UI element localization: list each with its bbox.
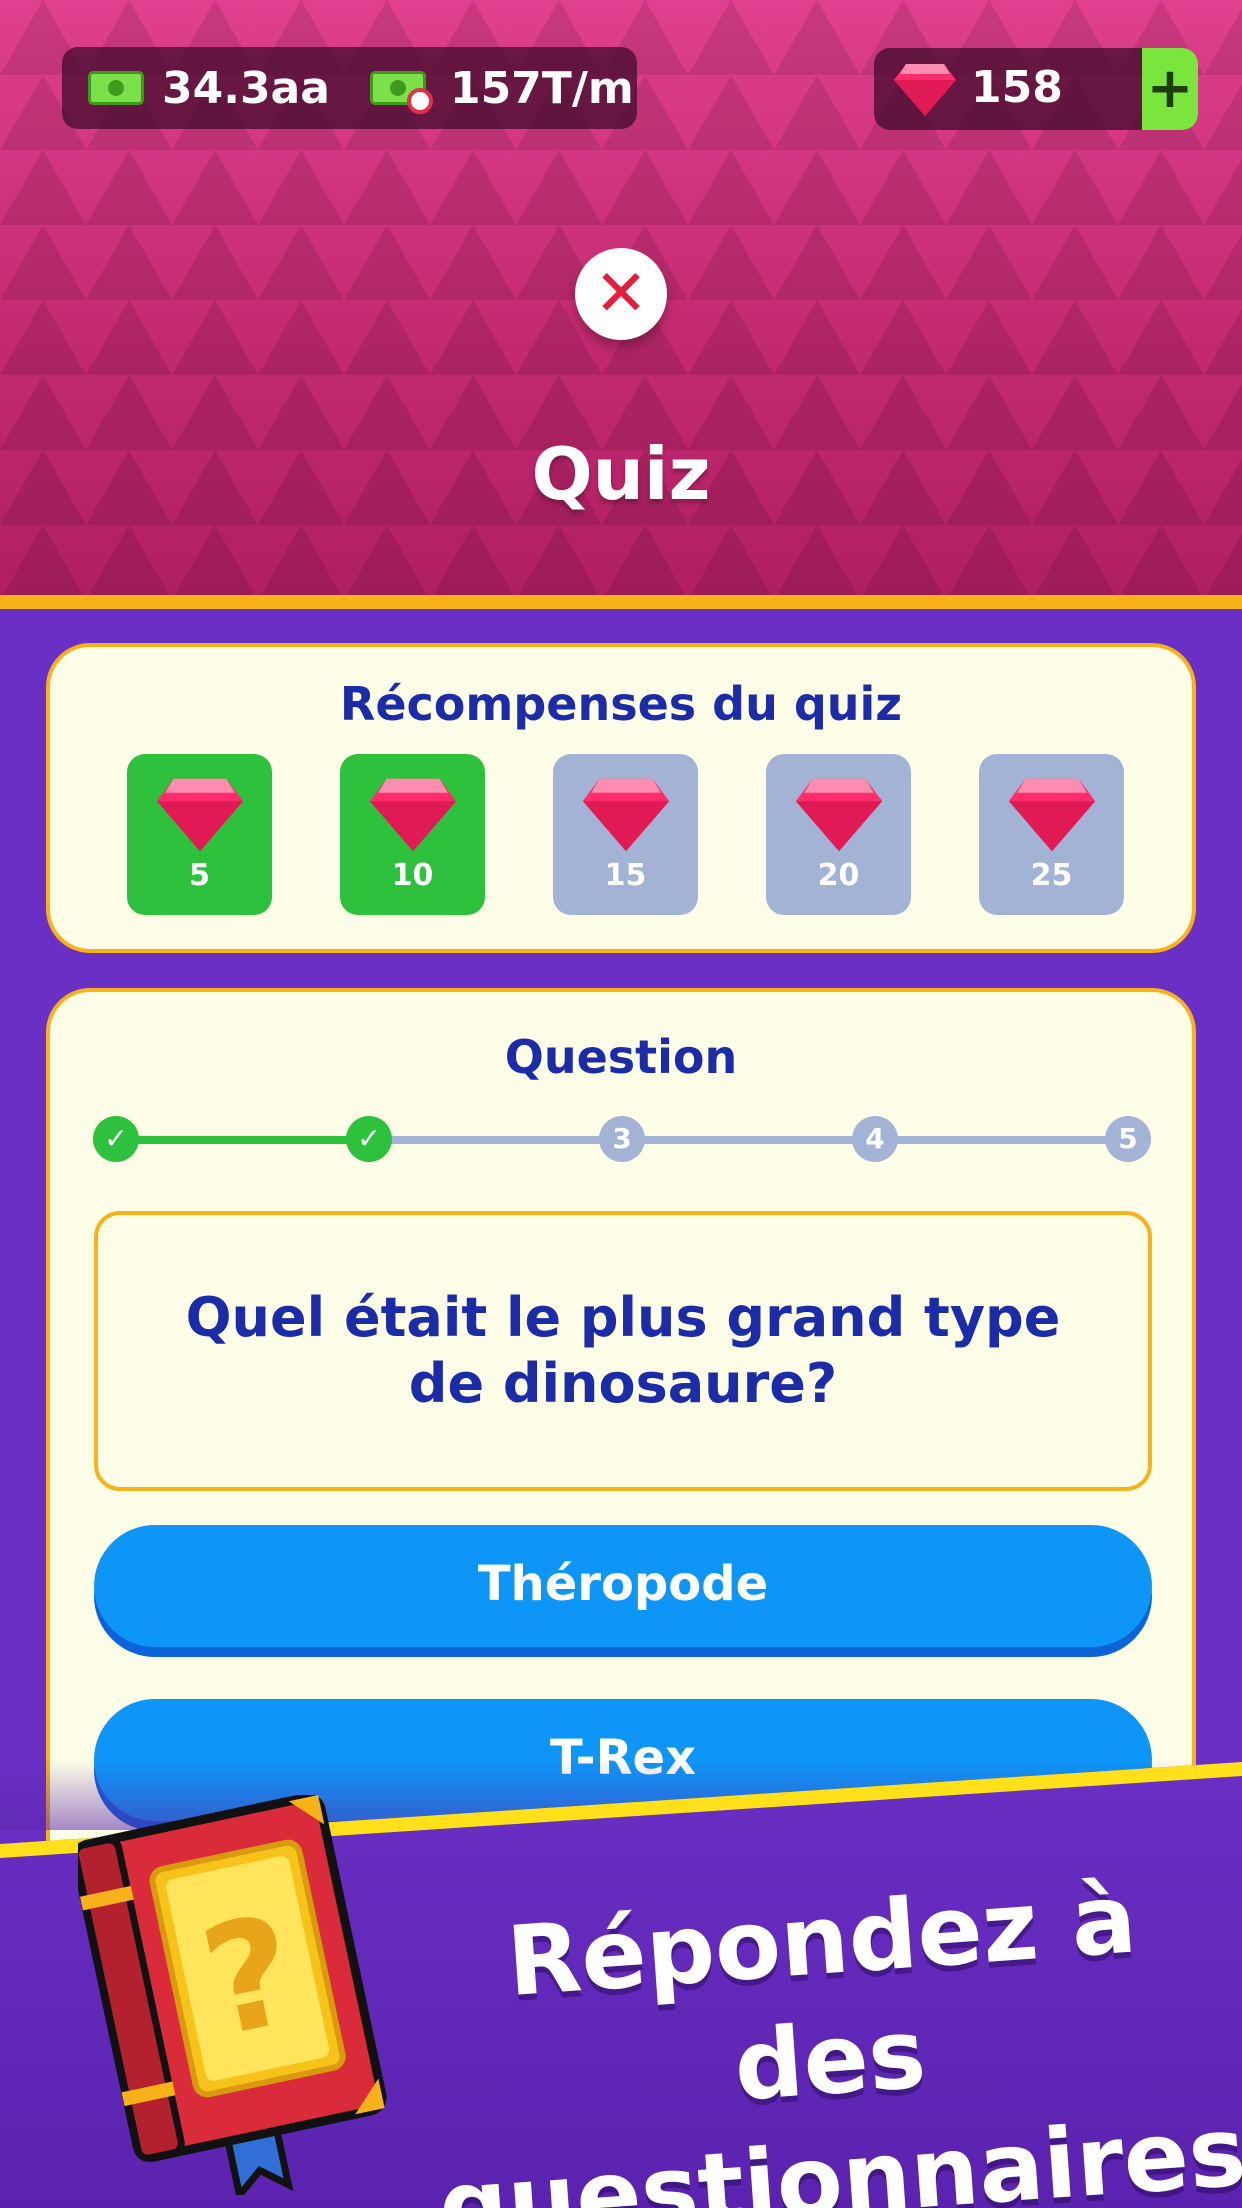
income-rate-icon [369,71,433,114]
add-gems-button[interactable]: + [1142,48,1198,130]
reward-tile: 25 [979,754,1124,915]
gem-icon [156,778,243,852]
clock-icon [406,88,433,114]
gem-icon [369,778,456,852]
close-button[interactable]: ✕ [575,248,667,340]
progress-step-check-icon: ✓ [346,1116,392,1162]
gem-count: 158 [971,62,1063,113]
gem-icon [1008,778,1095,852]
reward-value: 5 [189,858,210,893]
reward-value: 15 [604,858,647,893]
reward-tile: 10 [340,754,485,915]
rewards-title: Récompenses du quiz [339,677,903,731]
gem-icon [894,64,956,116]
progress-track-done [116,1136,369,1144]
header-divider [0,595,1242,609]
quiz-rewards-card: Récompenses du quiz 5 10 15 20 25 [46,643,1196,953]
progress-track-todo [369,1136,1131,1144]
reward-value: 25 [1030,858,1073,893]
gem-counter: 158 + [874,48,1198,130]
reward-value: 20 [817,858,860,893]
progress-step: 5 [1105,1116,1151,1162]
progress-step: 3 [599,1116,645,1162]
question-book-icon: ? [78,1795,387,2195]
progress-step-check-icon: ✓ [93,1116,139,1162]
question-text: Quel était le plus grand type de dinosau… [94,1211,1152,1491]
reward-value: 10 [391,858,434,893]
page-title: Quiz [531,432,711,516]
question-title: Question [504,1030,738,1084]
currency-bar: 34.3aa 157T/m [62,47,637,129]
promo-headline: Répondez à des questionnaires [418,1853,1242,2208]
cash-amount: 34.3aa [162,62,330,114]
progress-step: 4 [852,1116,898,1162]
gem-icon [582,778,669,852]
reward-tile: 5 [127,754,272,915]
answer-button[interactable]: Théropode [94,1525,1152,1647]
reward-tile: 20 [766,754,911,915]
income-rate: 157T/m [449,62,634,114]
cash-icon [88,71,144,105]
reward-tile: 15 [553,754,698,915]
gem-icon [795,778,882,852]
